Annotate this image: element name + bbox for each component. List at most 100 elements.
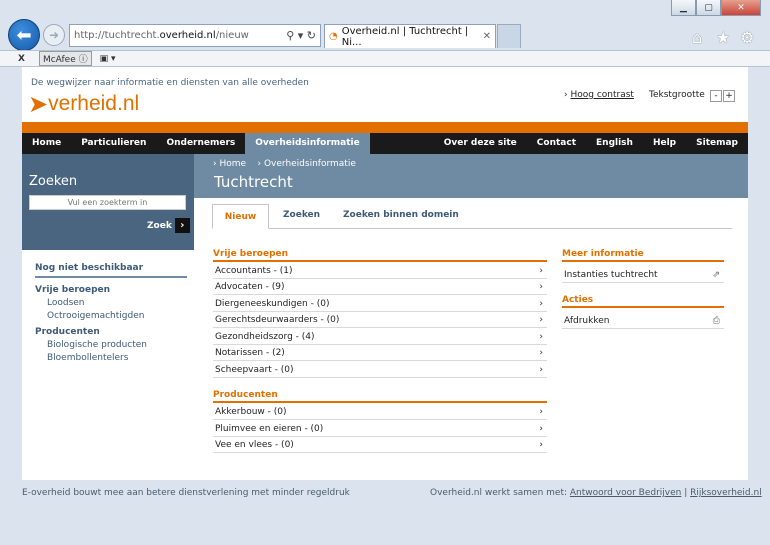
list-item[interactable]: Accountants - (1) › — [213, 263, 547, 279]
chevron-right-icon: › — [539, 423, 543, 434]
chevron-right-icon: › — [539, 314, 543, 325]
sidebar-item-biologische-producten[interactable]: Biologische producten — [47, 340, 147, 350]
sidebar-item-octrooigemachtigden[interactable]: Octrooigemachtigden — [47, 311, 144, 321]
nav-sitemap[interactable]: Sitemap — [686, 133, 748, 154]
forward-button[interactable]: ➜ — [43, 24, 65, 46]
chevron-right-icon: › — [539, 406, 543, 417]
more-info-link[interactable]: Instanties tuchtrecht ⇗ — [562, 267, 724, 283]
nav-overheidsinformatie[interactable]: Overheidsinformatie — [245, 133, 370, 154]
sidebar-item-loodsen[interactable]: Loodsen — [47, 298, 85, 308]
chevron-right-icon: › — [539, 331, 543, 342]
list-item[interactable]: Gezondheidszorg - (4) › — [213, 329, 547, 345]
footer-separator: | — [681, 488, 691, 498]
url-suffix: /nieuw — [215, 30, 249, 41]
list-item-label: Advocaten - (9) — [215, 281, 285, 292]
footer-link-antwoord[interactable]: Antwoord voor Bedrijven — [570, 488, 681, 498]
nav-particulieren[interactable]: Particulieren — [71, 133, 156, 154]
chevron-right-icon: › — [539, 347, 543, 358]
main-nav: Home Particulieren Ondernemers Overheids… — [22, 133, 748, 154]
nav-home[interactable]: Home — [22, 133, 71, 154]
orange-bar — [22, 122, 748, 133]
section-title-producenten: Producenten — [213, 390, 547, 403]
nav-english[interactable]: English — [586, 133, 643, 154]
footer-link-rijksoverheid[interactable]: Rijksoverheid.nl — [690, 488, 762, 498]
list-item[interactable]: Scheepvaart - (0) › — [213, 362, 547, 378]
text-size-label: Tekstgrootte — [649, 90, 705, 100]
arrow-right-icon: › — [174, 218, 190, 233]
section-title-vrije-beroepen: Vrije beroepen — [213, 249, 547, 262]
print-link[interactable]: Afdrukken ⎙ — [562, 313, 724, 329]
search-icon[interactable]: ⚲ ▾ ↻ — [286, 29, 316, 42]
nav-over-deze-site[interactable]: Over deze site — [434, 133, 527, 154]
list-item-label: Notarissen - (2) — [215, 347, 285, 358]
close-window-button[interactable]: ✕ — [721, 0, 761, 16]
page-title: Tuchtrecht — [214, 173, 293, 191]
logo-o-icon: ➤ — [28, 90, 49, 118]
back-button[interactable]: ⬅ — [8, 19, 40, 51]
sidebar-group-producenten[interactable]: Producenten — [35, 327, 100, 337]
tab-title: Overheid.nl | Tuchtrecht | Ni... — [341, 25, 469, 48]
chevron-right-icon: › — [539, 265, 543, 276]
footer-left: E-overheid bouwt mee aan betere dienstve… — [22, 488, 350, 498]
printer-icon: ⎙ — [712, 315, 720, 326]
url-domain: overheid.nl — [159, 30, 216, 41]
actions-title: Acties — [562, 295, 724, 308]
toolbar-close-icon[interactable]: X — [18, 54, 25, 64]
logo-text: verheid.nl — [48, 92, 140, 115]
high-contrast-link[interactable]: › Hoog contrast — [564, 90, 634, 100]
list-item[interactable]: Advocaten - (9) › — [213, 279, 547, 295]
list-item-label: Vee en vlees - (0) — [215, 439, 294, 450]
list-item[interactable]: Akkerbouw - (0) › — [213, 404, 547, 420]
more-info-title: Meer informatie — [562, 249, 724, 262]
text-size-decrease[interactable]: - — [710, 90, 722, 102]
list-item[interactable]: Pluimvee en eieren - (0) › — [213, 421, 547, 437]
tab-zoeken-binnen-domein[interactable]: Zoeken binnen domein — [343, 210, 459, 220]
list-item[interactable]: Vee en vlees - (0) › — [213, 437, 547, 453]
search-input[interactable] — [29, 195, 186, 210]
home-icon[interactable]: ⌂ — [692, 28, 702, 47]
tab-zoeken[interactable]: Zoeken — [283, 210, 320, 220]
list-item[interactable]: Diergeneeskundigen - (0) › — [213, 296, 547, 312]
more-info-label: Instanties tuchtrecht — [564, 269, 658, 280]
list-item-label: Gezondheidszorg - (4) — [215, 331, 315, 342]
sidebar-heading: Nog niet beschikbaar — [35, 263, 187, 278]
sidebar-group-vrije-beroepen[interactable]: Vrije beroepen — [35, 285, 110, 295]
address-bar[interactable]: http://tuchtrecht. overheid.nl/nieuw ⚲ ▾ … — [69, 24, 321, 47]
text-size-increase[interactable]: + — [723, 90, 735, 102]
print-label: Afdrukken — [564, 315, 610, 326]
list-item-label: Akkerbouw - (0) — [215, 406, 287, 417]
list-item-label: Gerechtsdeurwaarders - (0) — [215, 314, 340, 325]
nav-contact[interactable]: Contact — [527, 133, 586, 154]
nav-ondernemers[interactable]: Ondernemers — [156, 133, 245, 154]
chevron-right-icon: › — [539, 364, 543, 375]
high-contrast-label: Hoog contrast — [570, 90, 634, 100]
new-tab-button[interactable] — [497, 24, 521, 48]
minimize-button[interactable]: ▁ — [671, 0, 696, 16]
external-link-icon: ⇗ — [712, 269, 720, 280]
search-button[interactable]: Zoek › — [147, 218, 190, 233]
browser-tab[interactable]: ◔ Overheid.nl | Tuchtrecht | Ni... ✕ — [324, 24, 496, 48]
settings-gear-icon[interactable]: ⚙ — [740, 28, 754, 47]
site-logo[interactable]: ➤ verheid.nl — [28, 90, 139, 118]
list-item-label: Scheepvaart - (0) — [215, 364, 294, 375]
chevron-right-icon: › — [539, 439, 543, 450]
search-button-label: Zoek — [147, 220, 172, 231]
tab-close-icon[interactable]: ✕ — [483, 31, 491, 42]
breadcrumb-current[interactable]: Overheidsinformatie — [264, 159, 356, 169]
sidebar-item-bloembollentelers[interactable]: Bloembollentelers — [47, 353, 128, 363]
mcafee-label: McAfee — [42, 55, 76, 65]
favorites-star-icon[interactable]: ★ — [716, 28, 730, 47]
list-item[interactable]: Gerechtsdeurwaarders - (0) › — [213, 312, 547, 328]
list-item[interactable]: Notarissen - (2) › — [213, 345, 547, 361]
tagline: De wegwijzer naar informatie en diensten… — [31, 78, 309, 88]
chevron-right-icon: › — [539, 281, 543, 292]
command-bar: X McAfee ⓘ ▣ ▾ — [0, 50, 770, 67]
chevron-right-icon: › — [539, 298, 543, 309]
tab-nieuw[interactable]: Nieuw — [212, 204, 269, 229]
toolbar-tools-icon[interactable]: ▣ ▾ — [100, 54, 116, 64]
nav-help[interactable]: Help — [643, 133, 686, 154]
maximize-button[interactable]: ▢ — [696, 0, 721, 16]
mcafee-button[interactable]: McAfee ⓘ — [38, 51, 92, 66]
footer-right: Overheid.nl werkt samen met: Antwoord vo… — [430, 488, 762, 498]
breadcrumb-home[interactable]: Home — [219, 159, 246, 169]
